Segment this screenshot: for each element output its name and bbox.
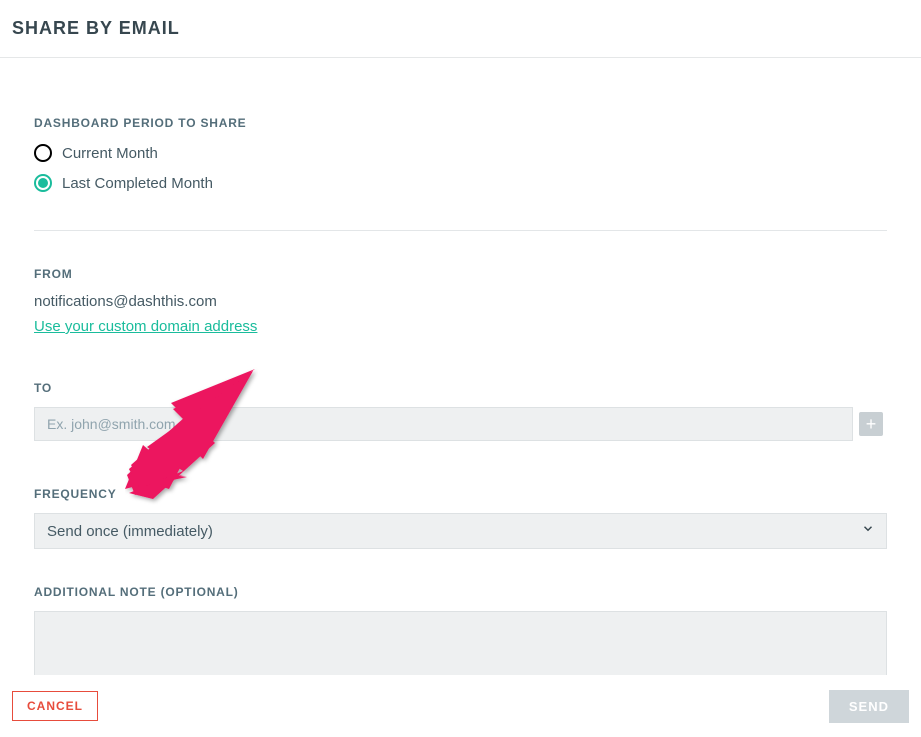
radio-label: Current Month (62, 145, 158, 162)
period-option-last-completed-month[interactable]: Last Completed Month (34, 172, 887, 194)
frequency-section-label: FREQUENCY (34, 487, 887, 501)
from-section-label: FROM (34, 267, 887, 281)
note-section-label: ADDITIONAL NOTE (OPTIONAL) (34, 585, 887, 599)
custom-domain-link[interactable]: Use your custom domain address (34, 318, 257, 335)
footer: CANCEL SEND (0, 675, 921, 737)
radio-icon (34, 174, 52, 192)
from-email-value: notifications@dashthis.com (34, 293, 887, 310)
send-button[interactable]: SEND (829, 690, 909, 723)
period-radio-group: Current Month Last Completed Month (34, 142, 887, 194)
radio-icon (34, 144, 52, 162)
plus-icon: + (866, 415, 877, 433)
period-section-label: DASHBOARD PERIOD TO SHARE (34, 116, 887, 130)
page-title: SHARE BY EMAIL (12, 18, 909, 39)
frequency-select[interactable]: Send once (immediately) (34, 513, 887, 549)
add-recipient-button[interactable]: + (859, 412, 883, 436)
to-section-label: TO (34, 381, 887, 395)
radio-label: Last Completed Month (62, 175, 213, 192)
period-option-current-month[interactable]: Current Month (34, 142, 887, 164)
cancel-button[interactable]: CANCEL (12, 691, 98, 721)
to-email-input[interactable] (34, 407, 853, 441)
divider (34, 230, 887, 231)
